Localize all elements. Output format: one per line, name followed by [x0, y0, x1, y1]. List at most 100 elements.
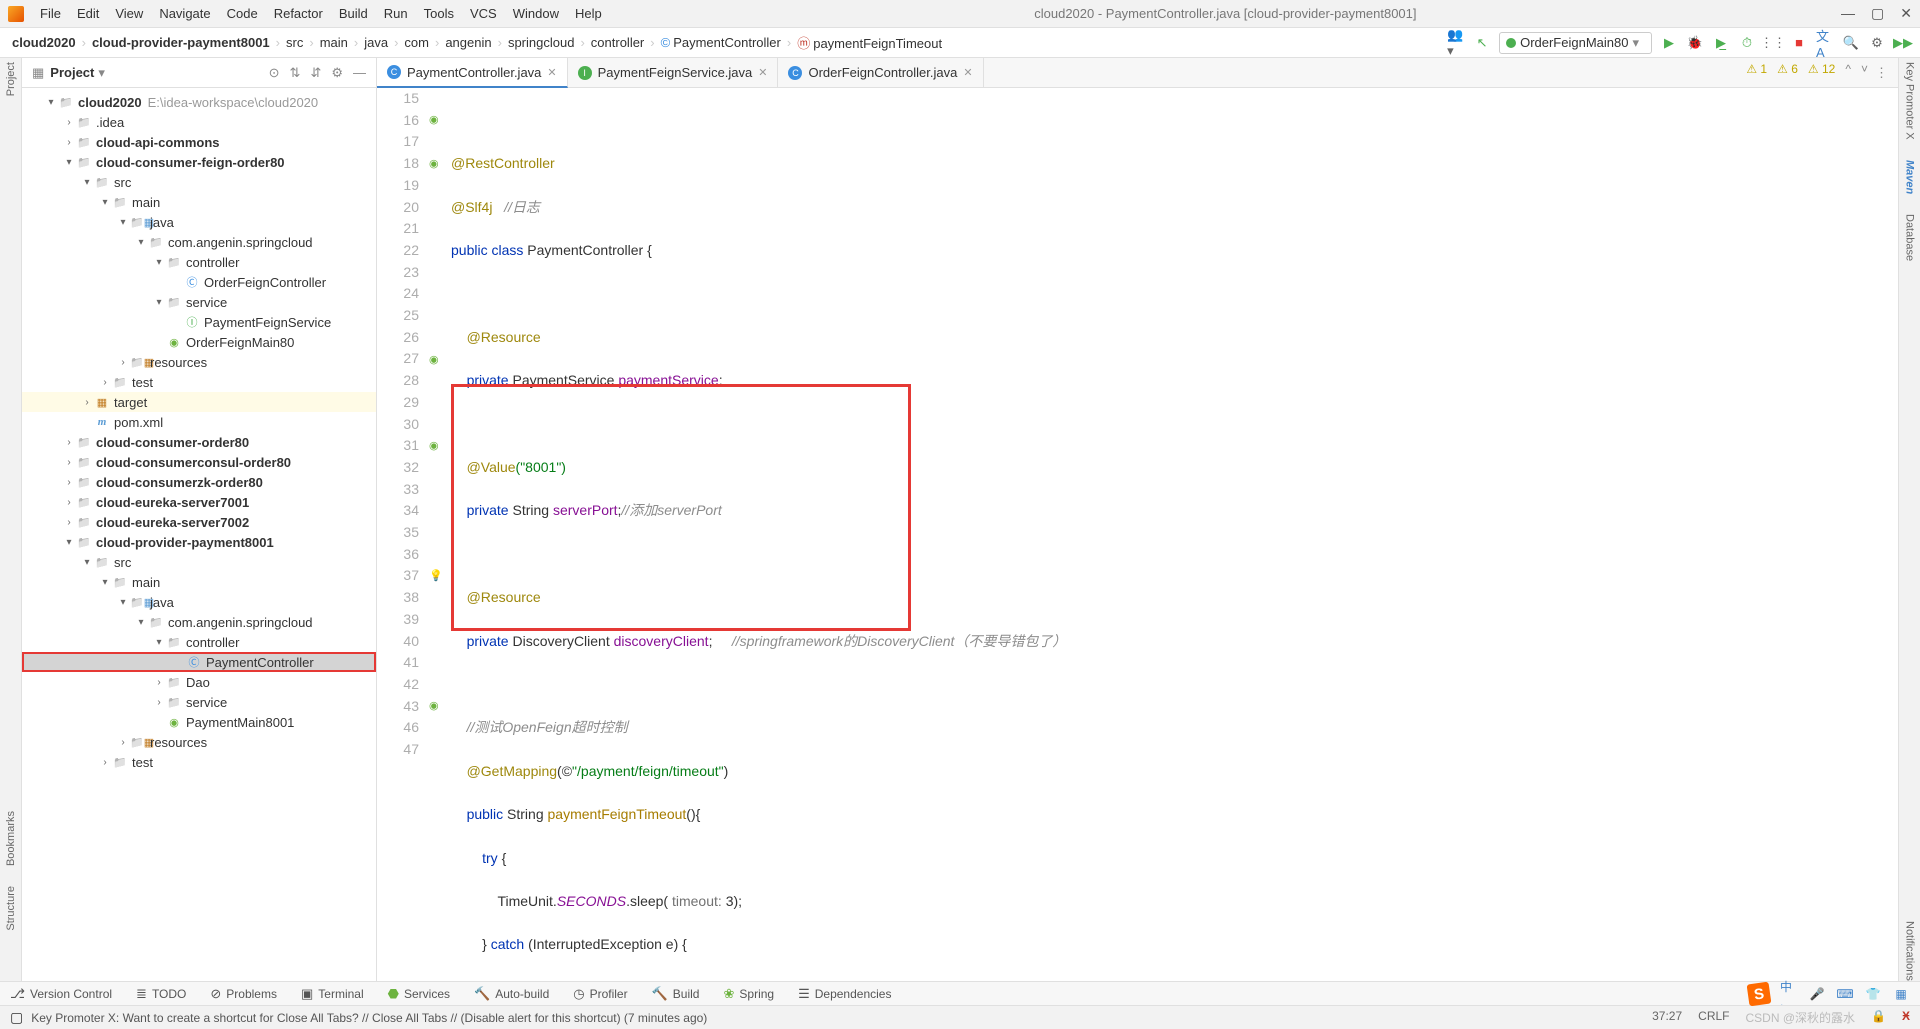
menu-refactor[interactable]: Refactor [266, 6, 331, 21]
tree-test2[interactable]: ›test [22, 752, 376, 772]
profile-icon[interactable]: ⏱ [1738, 34, 1756, 52]
menu-help[interactable]: Help [567, 6, 610, 21]
debug-icon[interactable]: 🐞 [1686, 34, 1704, 52]
tree-feign-order80[interactable]: ▾cloud-consumer-feign-order80 [22, 152, 376, 172]
maximize-icon[interactable]: ▢ [1871, 5, 1884, 22]
tree-api-commons[interactable]: ›cloud-api-commons [22, 132, 376, 152]
breadcrumb-method[interactable]: paymentFeignTimeout [793, 33, 946, 52]
right-tab-database[interactable]: Database [1904, 214, 1916, 261]
ime-skin-icon[interactable]: 👕 [1864, 985, 1882, 1003]
run-anything-icon[interactable]: ▶▶ [1894, 34, 1912, 52]
expand-all-icon[interactable]: ⇅ [290, 65, 301, 81]
menu-file[interactable]: File [32, 6, 69, 21]
status-caret-position[interactable]: 37:27 [1652, 1009, 1682, 1026]
bottom-dependencies[interactable]: ☰Dependencies [798, 986, 891, 1002]
tree-main2[interactable]: ▾main [22, 572, 376, 592]
breadcrumb-src[interactable]: src [282, 35, 307, 50]
tree-java1[interactable]: ▾▦java [22, 212, 376, 232]
tree-controller2[interactable]: ▾controller [22, 632, 376, 652]
panel-settings-icon[interactable]: ⚙ [331, 65, 343, 81]
tree-consumer-order80[interactable]: ›cloud-consumer-order80 [22, 432, 376, 452]
tree-target1[interactable]: ›▦target [22, 392, 376, 412]
close-tab-icon[interactable]: ✕ [547, 66, 556, 79]
breadcrumb-module[interactable]: cloud-provider-payment8001 [88, 35, 274, 50]
tab-order-feign-controller[interactable]: COrderFeignController.java✕ [778, 58, 983, 87]
bottom-build[interactable]: 🔨Build [652, 986, 700, 1002]
breadcrumb-controller[interactable]: controller [587, 35, 648, 50]
tree-eureka7002[interactable]: ›cloud-eureka-server7002 [22, 512, 376, 532]
breadcrumb-class[interactable]: PaymentController [657, 35, 785, 50]
minimize-icon[interactable]: — [1841, 5, 1855, 22]
menu-run[interactable]: Run [376, 6, 416, 21]
project-tree[interactable]: ▾cloud2020E:\idea-workspace\cloud2020 ›.… [22, 88, 376, 981]
lock-icon[interactable]: 🔒 [1871, 1009, 1886, 1026]
tree-order-feign-controller[interactable]: ⒸOrderFeignController [22, 272, 376, 292]
gutter-icons[interactable]: ◉ ◉ ◉ ◉ 💡 ◉ [427, 88, 447, 981]
tree-service2[interactable]: ›service [22, 692, 376, 712]
attach-icon[interactable]: ⋮⋮ [1764, 34, 1782, 52]
tree-pom1[interactable]: pom.xml [22, 412, 376, 432]
tabs-more-icon[interactable]: ⋮ [1865, 58, 1898, 87]
code-area[interactable]: 1516171819202122232425262728293031323334… [377, 88, 1898, 981]
menu-code[interactable]: Code [219, 6, 266, 21]
breadcrumb-angenin[interactable]: angenin [441, 35, 495, 50]
stop-icon[interactable]: ■ [1790, 34, 1808, 52]
breadcrumb-springcloud[interactable]: springcloud [504, 35, 579, 50]
close-tab-icon[interactable]: ✕ [963, 66, 972, 79]
run-config-selector[interactable]: OrderFeignMain80 ▾ [1499, 32, 1652, 54]
spring-gutter-icon[interactable]: ◉ [429, 436, 439, 458]
coverage-icon[interactable]: ▶̲ [1712, 34, 1730, 52]
menu-tools[interactable]: Tools [416, 6, 462, 21]
bottom-profiler[interactable]: ◷Profiler [573, 986, 627, 1002]
ime-char-icon[interactable]: 中 , [1780, 985, 1798, 1003]
left-tab-project[interactable]: Project [5, 62, 17, 96]
left-tab-structure[interactable]: Structure [5, 886, 17, 931]
ime-toolbox-icon[interactable]: ▦ [1892, 985, 1910, 1003]
tab-payment-controller[interactable]: CPaymentController.java✕ [377, 58, 568, 88]
tree-consumerzk-order80[interactable]: ›cloud-consumerzk-order80 [22, 472, 376, 492]
tree-dao[interactable]: ›Dao [22, 672, 376, 692]
tree-resources2[interactable]: ›▦resources [22, 732, 376, 752]
right-tab-key-promoter[interactable]: Key Promoter X [1904, 62, 1916, 140]
breadcrumb-main[interactable]: main [316, 35, 352, 50]
tree-main1[interactable]: ▾main [22, 192, 376, 212]
source-code[interactable]: @RestController @Slf4j //日志 public class… [447, 88, 1898, 981]
hide-panel-icon[interactable]: — [353, 65, 366, 80]
menu-edit[interactable]: Edit [69, 6, 107, 21]
tree-src1[interactable]: ▾src [22, 172, 376, 192]
tree-payment-controller[interactable]: ⒸPaymentController [22, 652, 376, 672]
run-icon[interactable]: ▶ [1660, 34, 1678, 52]
translate-icon[interactable]: 文A [1816, 34, 1834, 52]
tree-service1[interactable]: ▾service [22, 292, 376, 312]
spring-gutter-icon[interactable]: ◉ [429, 350, 439, 372]
build-hammer-icon[interactable]: ↖ [1473, 34, 1491, 52]
settings-icon[interactable]: ⚙ [1868, 34, 1886, 52]
tree-pkg1[interactable]: ▾com.angenin.springcloud [22, 232, 376, 252]
tree-provider-payment8001[interactable]: ▾cloud-provider-payment8001 [22, 532, 376, 552]
menu-view[interactable]: View [107, 6, 151, 21]
users-icon[interactable]: 👥▾ [1447, 34, 1465, 52]
sogou-ime-icon[interactable]: S [1747, 981, 1772, 1006]
code-inspection-indicators[interactable]: ⚠ 1 ⚠ 6 ⚠ 12 ^˅ [1746, 62, 1868, 76]
ime-keyboard-icon[interactable]: ⌨ [1836, 985, 1854, 1003]
bottom-autobuild[interactable]: 🔨Auto-build [474, 986, 549, 1002]
tree-consumerconsul-order80[interactable]: ›cloud-consumerconsul-order80 [22, 452, 376, 472]
bottom-todo[interactable]: ≣TODO [136, 986, 186, 1002]
right-tab-notifications[interactable]: Notifications [1904, 921, 1916, 981]
right-tab-maven[interactable]: Maven [1904, 160, 1916, 194]
bottom-problems[interactable]: ⊘Problems [210, 986, 277, 1002]
search-icon[interactable]: 🔍 [1842, 34, 1860, 52]
bottom-spring[interactable]: ❀Spring [723, 986, 774, 1002]
left-tab-bookmarks[interactable]: Bookmarks [5, 811, 17, 866]
breadcrumb-com[interactable]: com [400, 35, 433, 50]
tree-java2[interactable]: ▾▦java [22, 592, 376, 612]
locate-icon[interactable]: ⊙ [269, 65, 280, 81]
bulb-icon[interactable]: 💡 [429, 566, 443, 588]
status-line-separator[interactable]: CRLF [1698, 1009, 1729, 1026]
spring-gutter-icon[interactable]: ◉ [429, 110, 439, 132]
status-window-icon[interactable]: ▢ [10, 1009, 23, 1026]
bottom-version-control[interactable]: ⎇Version Control [10, 986, 112, 1002]
tree-payment-main8001[interactable]: ◉PaymentMain8001 [22, 712, 376, 732]
close-icon[interactable]: ✕ [1900, 5, 1912, 22]
tab-payment-feign-service[interactable]: IPaymentFeignService.java✕ [568, 58, 779, 87]
